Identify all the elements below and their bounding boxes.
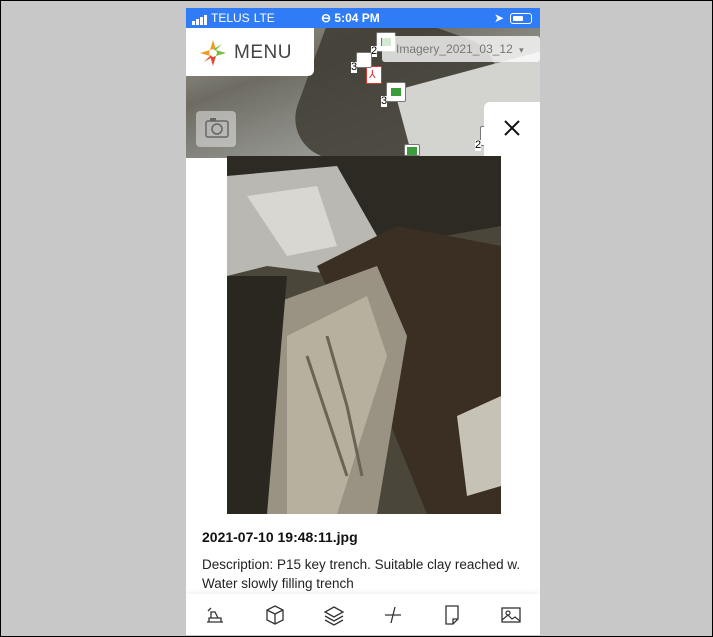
image-icon (500, 606, 521, 623)
layers-tool-button[interactable] (321, 602, 347, 628)
pdf-marker-icon[interactable] (366, 66, 382, 84)
camera-button[interactable] (196, 111, 236, 147)
document-icon (444, 604, 459, 625)
map-marker[interactable] (404, 144, 420, 156)
imagery-layer-select[interactable]: Imagery_2021_03_12 ▾ (382, 36, 540, 62)
document-tool-button[interactable] (439, 602, 465, 628)
3d-model-tool-button[interactable] (262, 602, 288, 628)
camera-icon (205, 118, 229, 138)
marker-count: 3 (381, 95, 388, 107)
screenshot-frame: TELUS LTE ⊖ 5:04 PM ➤ 2 3 (0, 0, 713, 637)
site-photo[interactable] (227, 156, 501, 514)
lock-rotation-icon: ⊖ (321, 11, 332, 25)
menu-button[interactable]: MENU (186, 28, 314, 76)
carrier-info: TELUS LTE (192, 11, 275, 25)
battery-icon (510, 12, 532, 24)
location-arrow-icon: ➤ (493, 11, 504, 25)
photo-filename: 2021-07-10 19:48:11.jpg (202, 529, 358, 545)
chevron-down-icon: ▾ (519, 45, 524, 55)
close-button[interactable] (484, 102, 540, 158)
menu-label: MENU (234, 42, 292, 63)
box-3d-icon (265, 604, 284, 625)
image-marker-icon (407, 147, 417, 155)
excavator-tool-button[interactable] (203, 602, 229, 628)
measure-icon (384, 606, 401, 623)
close-icon (504, 120, 520, 136)
status-right: ➤ (494, 11, 532, 25)
excavator-icon (206, 607, 223, 623)
map-marker[interactable]: 3 (351, 52, 372, 73)
status-bar: TELUS LTE ⊖ 5:04 PM ➤ (186, 8, 540, 28)
status-time: 5:04 PM (334, 11, 380, 25)
marker-count: 2 (475, 139, 482, 151)
carrier-name: TELUS (211, 11, 250, 25)
map-marker[interactable]: 3 (381, 82, 406, 107)
photo-description: Description: P15 key trench. Suitable cl… (202, 557, 521, 591)
phone-screen: TELUS LTE ⊖ 5:04 PM ➤ 2 3 (186, 8, 540, 635)
layers-icon (323, 605, 344, 626)
status-time-group: ⊖ 5:04 PM (321, 11, 380, 25)
network-type: LTE (253, 11, 275, 25)
marker-count: 3 (351, 61, 358, 73)
bottom-toolbar (186, 594, 540, 635)
signal-icon (192, 15, 207, 25)
layer-selector-value: Imagery_2021_03_12 (396, 42, 513, 56)
measure-tool-button[interactable] (380, 602, 406, 628)
trench-photo-image (227, 156, 501, 514)
app-logo-icon (200, 40, 226, 66)
image-tool-button[interactable] (498, 602, 524, 628)
image-marker-icon (391, 88, 401, 96)
